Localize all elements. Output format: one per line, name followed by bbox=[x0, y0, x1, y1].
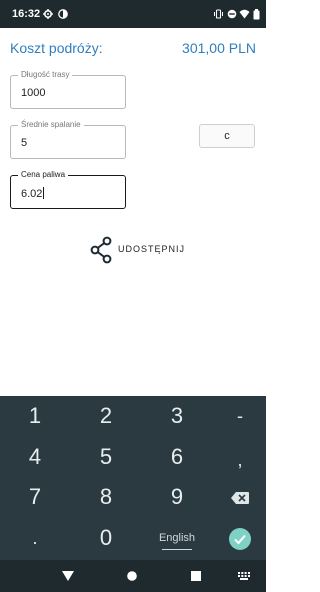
key-period[interactable]: . bbox=[5, 518, 65, 558]
key-5[interactable]: 5 bbox=[76, 437, 136, 477]
status-time: 16:32 bbox=[12, 8, 41, 20]
consumption-label: Średnie spalanie bbox=[18, 120, 84, 130]
app-content: Koszt podróży: 301,00 PLN Długość trasy … bbox=[0, 28, 266, 396]
home-icon[interactable] bbox=[127, 571, 137, 581]
distance-label: Długość trasy bbox=[18, 70, 73, 80]
consumption-field[interactable]: Średnie spalanie 5 bbox=[10, 120, 126, 159]
trip-cost-title: Koszt podróży: bbox=[10, 40, 103, 56]
share-icon bbox=[90, 236, 112, 264]
done-key[interactable] bbox=[210, 518, 270, 558]
language-underline bbox=[162, 549, 192, 550]
backspace-key[interactable] bbox=[210, 477, 270, 517]
vibrate-icon bbox=[214, 9, 223, 19]
key-3[interactable]: 3 bbox=[147, 396, 207, 436]
recents-icon[interactable] bbox=[191, 571, 201, 581]
fuel-price-field[interactable]: Cena paliwa 6.02 bbox=[10, 170, 126, 209]
text-cursor bbox=[43, 187, 45, 199]
do-not-disturb-icon bbox=[227, 9, 237, 19]
distance-value: 1000 bbox=[21, 87, 46, 99]
language-key[interactable]: English bbox=[147, 518, 207, 558]
consumption-value: 5 bbox=[21, 137, 28, 149]
data-saver-icon bbox=[58, 9, 68, 19]
key-1[interactable]: 1 bbox=[5, 396, 65, 436]
navigation-bar bbox=[0, 560, 266, 592]
status-bar: 16:32 bbox=[0, 0, 266, 28]
key-2[interactable]: 2 bbox=[76, 396, 136, 436]
key-4[interactable]: 4 bbox=[5, 437, 65, 477]
key-minus[interactable]: - bbox=[210, 396, 270, 436]
key-6[interactable]: 6 bbox=[147, 437, 207, 477]
clear-button[interactable]: c bbox=[199, 124, 255, 148]
fuel-price-value-wrap: 6.02 bbox=[21, 187, 45, 200]
back-icon[interactable] bbox=[62, 571, 74, 581]
key-9[interactable]: 9 bbox=[147, 477, 207, 517]
key-8[interactable]: 8 bbox=[76, 477, 136, 517]
key-7[interactable]: 7 bbox=[5, 477, 65, 517]
fuel-price-label: Cena paliwa bbox=[18, 170, 69, 180]
backspace-icon bbox=[231, 492, 249, 505]
share-button[interactable]: UDOSTĘPNIJ bbox=[89, 236, 184, 264]
gear-icon bbox=[43, 9, 53, 19]
battery-icon bbox=[253, 9, 260, 20]
wifi-icon bbox=[239, 9, 250, 19]
keyboard-switch-icon[interactable] bbox=[238, 572, 250, 580]
check-icon bbox=[229, 528, 251, 551]
fuel-price-value: 6.02 bbox=[21, 188, 43, 200]
key-0[interactable]: 0 bbox=[76, 518, 136, 558]
key-comma[interactable]: , bbox=[210, 440, 270, 480]
trip-cost-value: 301,00 PLN bbox=[182, 40, 256, 56]
distance-field[interactable]: Długość trasy 1000 bbox=[10, 70, 126, 109]
share-label: UDOSTĘPNIJ bbox=[118, 244, 186, 254]
